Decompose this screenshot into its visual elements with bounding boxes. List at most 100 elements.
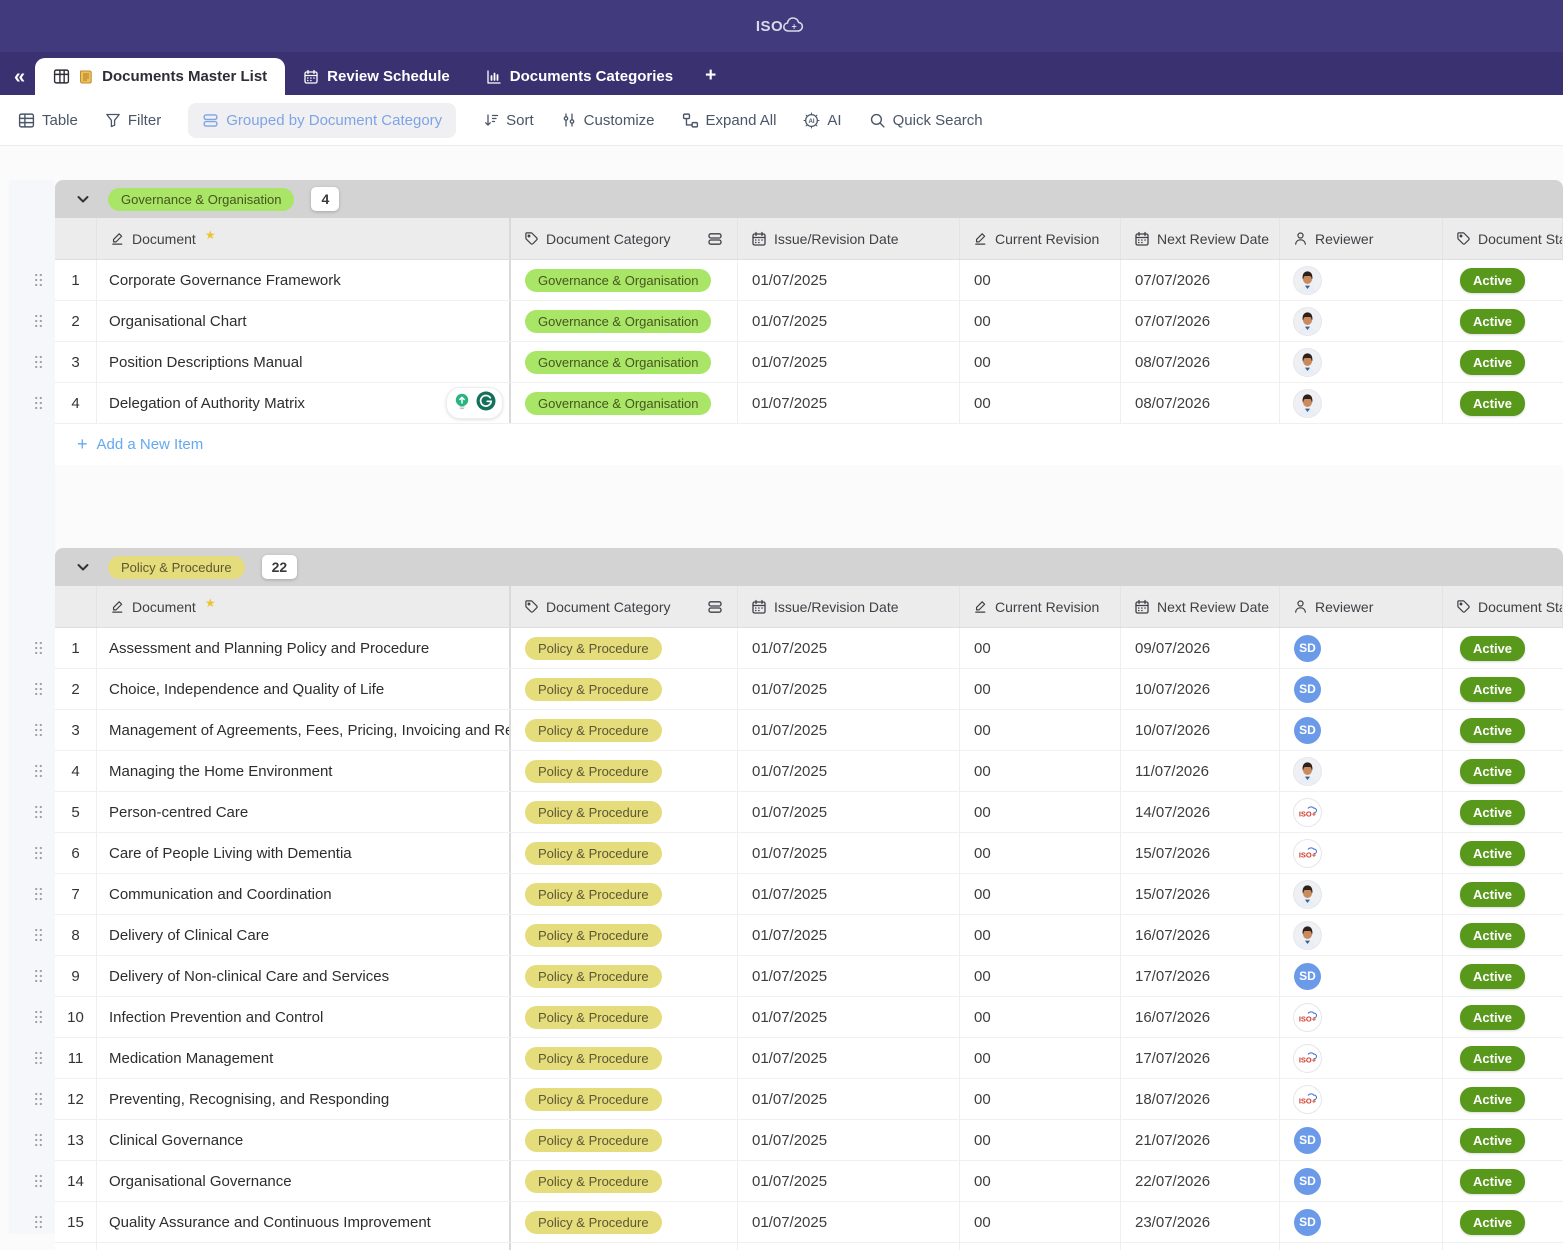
reviewer-cell[interactable] — [1280, 874, 1443, 914]
tab-review-schedule[interactable]: Review Schedule — [285, 58, 468, 95]
drag-handle-icon[interactable] — [33, 1051, 44, 1066]
reviewer-cell[interactable]: ISO+ — [1280, 997, 1443, 1037]
current-revision-cell[interactable]: 00 — [960, 1038, 1121, 1078]
next-review-date-cell[interactable]: 14/07/2026 — [1121, 792, 1280, 832]
column-header-document-status[interactable]: Document Status — [1443, 218, 1563, 259]
current-revision-cell[interactable]: 00 — [960, 710, 1121, 750]
grouped-by-button[interactable]: Grouped by Document Category — [188, 103, 456, 138]
add-new-item-button[interactable]: +Add a New Item — [55, 424, 1563, 465]
next-review-date-cell[interactable]: 22/07/2026 — [1121, 1161, 1280, 1201]
column-header-document-status[interactable]: Document Status — [1443, 586, 1563, 627]
chevron-down-icon[interactable] — [75, 559, 91, 575]
table-row[interactable]: 1 Corporate Governance Framework Governa… — [55, 260, 1563, 301]
reviewer-cell[interactable] — [1280, 301, 1443, 341]
current-revision-cell[interactable]: 00 — [960, 669, 1121, 709]
current-revision-cell[interactable]: 00 — [960, 383, 1121, 423]
column-header-issue-revision-date[interactable]: Issue/Revision Date — [738, 586, 960, 627]
table-view-button[interactable]: Table — [18, 112, 78, 129]
reviewer-cell[interactable]: SD — [1280, 1161, 1443, 1201]
document-status-cell[interactable] — [1443, 1243, 1563, 1250]
document-status-cell[interactable]: Active — [1443, 874, 1563, 914]
table-row[interactable]: 1 Assessment and Planning Policy and Pro… — [55, 628, 1563, 669]
drag-handle-icon[interactable] — [33, 1010, 44, 1025]
document-status-cell[interactable]: Active — [1443, 1120, 1563, 1160]
add-tab-button[interactable]: + — [691, 65, 730, 95]
reviewer-cell[interactable]: SD — [1280, 710, 1443, 750]
issue-revision-date-cell[interactable]: 01/07/2025 — [738, 1079, 960, 1119]
issue-revision-date-cell[interactable] — [738, 1243, 960, 1250]
next-review-date-cell[interactable]: 07/07/2026 — [1121, 301, 1280, 341]
document-status-cell[interactable]: Active — [1443, 628, 1563, 668]
drag-handle-icon[interactable] — [33, 396, 44, 411]
reviewer-avatar-iso-logo[interactable]: ISO+ — [1294, 1086, 1321, 1113]
current-revision-cell[interactable]: 00 — [960, 792, 1121, 832]
reviewer-cell[interactable] — [1280, 1243, 1443, 1250]
current-revision-cell[interactable]: 00 — [960, 301, 1121, 341]
document-category-cell[interactable]: Policy & Procedure — [511, 792, 738, 832]
issue-revision-date-cell[interactable]: 01/07/2025 — [738, 997, 960, 1037]
reviewer-cell[interactable]: SD — [1280, 628, 1443, 668]
table-row[interactable]: 12 Preventing, Recognising, and Respondi… — [55, 1079, 1563, 1120]
document-status-cell[interactable]: Active — [1443, 342, 1563, 382]
document-category-cell[interactable]: Policy & Procedure — [511, 1202, 738, 1242]
reviewer-avatar-initials[interactable]: SD — [1294, 635, 1321, 662]
drag-handle-icon[interactable] — [33, 928, 44, 943]
next-review-date-cell[interactable]: 10/07/2026 — [1121, 710, 1280, 750]
drag-handle-icon[interactable] — [33, 805, 44, 820]
table-row[interactable]: 3 Position Descriptions Manual Governanc… — [55, 342, 1563, 383]
issue-revision-date-cell[interactable]: 01/07/2025 — [738, 1038, 960, 1078]
document-category-cell[interactable] — [511, 1243, 738, 1250]
column-header-document-category[interactable]: Document Category — [511, 586, 738, 627]
document-category-cell[interactable]: Policy & Procedure — [511, 997, 738, 1037]
document-category-cell[interactable]: Governance & Organisation — [511, 342, 738, 382]
document-category-cell[interactable]: Governance & Organisation — [511, 301, 738, 341]
column-header-issue-revision-date[interactable]: Issue/Revision Date — [738, 218, 960, 259]
reviewer-avatar-photo[interactable] — [1294, 758, 1321, 785]
drag-handle-icon[interactable] — [33, 887, 44, 902]
table-row[interactable]: 4 Managing the Home Environment Policy &… — [55, 751, 1563, 792]
drag-handle-icon[interactable] — [33, 1215, 44, 1230]
drag-handle-icon[interactable] — [33, 355, 44, 370]
current-revision-cell[interactable]: 00 — [960, 1202, 1121, 1242]
suggestion-lightbulb-icon[interactable] — [453, 392, 471, 414]
current-revision-cell[interactable]: 00 — [960, 1120, 1121, 1160]
table-row[interactable]: 11 Medication Management Policy & Proced… — [55, 1038, 1563, 1079]
next-review-date-cell[interactable]: 10/07/2026 — [1121, 669, 1280, 709]
reviewer-cell[interactable] — [1280, 915, 1443, 955]
drag-handle-icon[interactable] — [33, 1092, 44, 1107]
drag-handle-icon[interactable] — [33, 682, 44, 697]
document-category-cell[interactable]: Policy & Procedure — [511, 1079, 738, 1119]
grouped-by-column-icon[interactable] — [707, 599, 723, 615]
column-header-document[interactable]: Document★ — [97, 218, 511, 259]
document-category-cell[interactable]: Policy & Procedure — [511, 710, 738, 750]
table-row[interactable]: 3 Management of Agreements, Fees, Pricin… — [55, 710, 1563, 751]
collapse-sidebar-button[interactable]: « — [14, 67, 25, 87]
table-row[interactable]: 5 Person-centred Care Policy & Procedure… — [55, 792, 1563, 833]
drag-handle-icon[interactable] — [33, 273, 44, 288]
drag-handle-icon[interactable] — [33, 969, 44, 984]
issue-revision-date-cell[interactable]: 01/07/2025 — [738, 915, 960, 955]
document-category-cell[interactable]: Policy & Procedure — [511, 1038, 738, 1078]
current-revision-cell[interactable] — [960, 1243, 1121, 1250]
document-cell[interactable]: Choice, Independence and Quality of Life — [97, 669, 511, 709]
document-category-cell[interactable]: Policy & Procedure — [511, 915, 738, 955]
issue-revision-date-cell[interactable]: 01/07/2025 — [738, 383, 960, 423]
drag-handle-icon[interactable] — [33, 723, 44, 738]
reviewer-avatar-initials[interactable]: SD — [1294, 1209, 1321, 1236]
current-revision-cell[interactable]: 00 — [960, 751, 1121, 791]
next-review-date-cell[interactable]: 09/07/2026 — [1121, 628, 1280, 668]
document-cell[interactable]: Delivery of Non-clinical Care and Servic… — [97, 956, 511, 996]
next-review-date-cell[interactable]: 15/07/2026 — [1121, 874, 1280, 914]
drag-handle-icon[interactable] — [33, 1133, 44, 1148]
reviewer-cell[interactable]: SD — [1280, 1120, 1443, 1160]
reviewer-avatar-iso-logo[interactable]: ISO+ — [1294, 1004, 1321, 1031]
column-header-reviewer[interactable]: Reviewer — [1280, 218, 1443, 259]
filter-button[interactable]: Filter — [105, 112, 161, 129]
grouped-by-column-icon[interactable] — [707, 231, 723, 247]
next-review-date-cell[interactable]: 08/07/2026 — [1121, 383, 1280, 423]
document-category-cell[interactable]: Governance & Organisation — [511, 260, 738, 300]
column-header-document-category[interactable]: Document Category — [511, 218, 738, 259]
next-review-date-cell[interactable]: 18/07/2026 — [1121, 1079, 1280, 1119]
tab-documents-master-list[interactable]: Documents Master List — [35, 58, 285, 95]
next-review-date-cell[interactable]: 23/07/2026 — [1121, 1202, 1280, 1242]
